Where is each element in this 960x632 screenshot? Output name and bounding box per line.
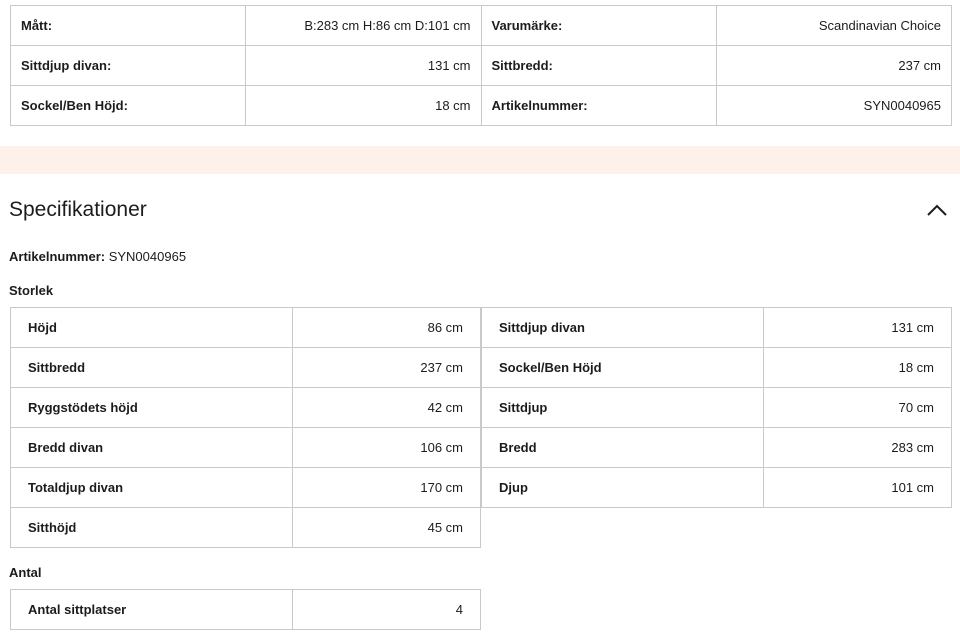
cell-value: 18 cm	[763, 347, 952, 388]
cell-value: 237 cm	[292, 347, 481, 388]
cell-label: Totaldjup divan	[10, 467, 293, 508]
cell-label: Sittdjup	[481, 387, 764, 428]
article-number-label: Artikelnummer:	[9, 249, 106, 264]
table-row: Sittdjup divan: 131 cm Sittbredd: 237 cm	[9, 45, 953, 86]
size-spec-table-right: Sittdjup divan 131 cm Sockel/Ben Höjd 18 c…	[481, 307, 952, 508]
table-row: Ryggstödets höjd 42 cm	[10, 387, 481, 428]
cell-value: 18 cm	[245, 85, 482, 126]
cell-label: Sockel/Ben Höjd	[481, 347, 764, 388]
article-number: Artikelnummer: SYN0040965	[9, 249, 186, 264]
cell-value: 70 cm	[763, 387, 952, 428]
cell-label: Artikelnummer:	[480, 85, 717, 126]
table-row: Mått: B:283 cm H:86 cm D:101 cm Varumärk…	[9, 5, 953, 46]
cell-value: 4	[292, 589, 481, 630]
quantity-spec-table: Antal sittplatser 4	[10, 589, 481, 630]
cell-label: Djup	[481, 467, 764, 508]
cell-value: B:283 cm H:86 cm D:101 cm	[245, 5, 482, 46]
cell-value: SYN0040965	[715, 85, 953, 126]
table-row: Djup 101 cm	[481, 467, 952, 508]
cell-label: Sittdjup divan	[481, 307, 764, 348]
table-row: Sittdjup divan 131 cm	[481, 307, 952, 348]
table-row: Bredd 283 cm	[481, 427, 952, 468]
cell-label: Varumärke:	[480, 5, 717, 46]
cell-value: 45 cm	[292, 507, 481, 548]
size-spec-table-left: Höjd 86 cm Sittbredd 237 cm Ryggstödets hö…	[10, 307, 481, 548]
product-summary-table: Mått: B:283 cm H:86 cm D:101 cm Varumärk…	[9, 5, 953, 126]
table-row: Sockel/Ben Höjd: 18 cm Artikelnummer: SY…	[9, 85, 953, 126]
chevron-up-icon[interactable]	[926, 203, 948, 217]
table-row: Bredd divan 106 cm	[10, 427, 481, 468]
cell-label: Höjd	[10, 307, 293, 348]
cell-label: Sockel/Ben Höjd:	[9, 85, 247, 126]
table-row: Sittbredd 237 cm	[10, 347, 481, 388]
table-row: Antal sittplatser 4	[10, 589, 481, 630]
article-number-value: SYN0040965	[108, 249, 187, 264]
cell-label: Mått:	[9, 5, 247, 46]
cell-value: 131 cm	[245, 45, 482, 86]
storlek-heading: Storlek	[9, 283, 54, 298]
cell-label: Sitthöjd	[10, 507, 293, 548]
cell-value: Scandinavian Choice	[715, 5, 953, 46]
cell-label: Sittbredd:	[480, 45, 717, 86]
cell-label: Sittdjup divan:	[9, 45, 247, 86]
cell-value: 42 cm	[292, 387, 481, 428]
antal-heading: Antal	[9, 565, 42, 580]
table-row: Sittdjup 70 cm	[481, 387, 952, 428]
cell-label: Ryggstödets höjd	[10, 387, 293, 428]
cell-value: 86 cm	[292, 307, 481, 348]
cell-label: Bredd divan	[10, 427, 293, 468]
cell-label: Sittbredd	[10, 347, 293, 388]
cell-label: Antal sittplatser	[10, 589, 293, 630]
section-title[interactable]: Specifikationer	[9, 198, 147, 222]
cell-value: 170 cm	[292, 467, 481, 508]
table-row: Sitthöjd 45 cm	[10, 507, 481, 548]
table-row: Höjd 86 cm	[10, 307, 481, 348]
table-row: Sockel/Ben Höjd 18 cm	[481, 347, 952, 388]
cell-value: 106 cm	[292, 427, 481, 468]
cell-label: Bredd	[481, 427, 764, 468]
cell-value: 283 cm	[763, 427, 952, 468]
table-row: Totaldjup divan 170 cm	[10, 467, 481, 508]
section-divider-band	[0, 146, 960, 174]
cell-value: 131 cm	[763, 307, 952, 348]
cell-value: 101 cm	[763, 467, 952, 508]
cell-value: 237 cm	[715, 45, 953, 86]
